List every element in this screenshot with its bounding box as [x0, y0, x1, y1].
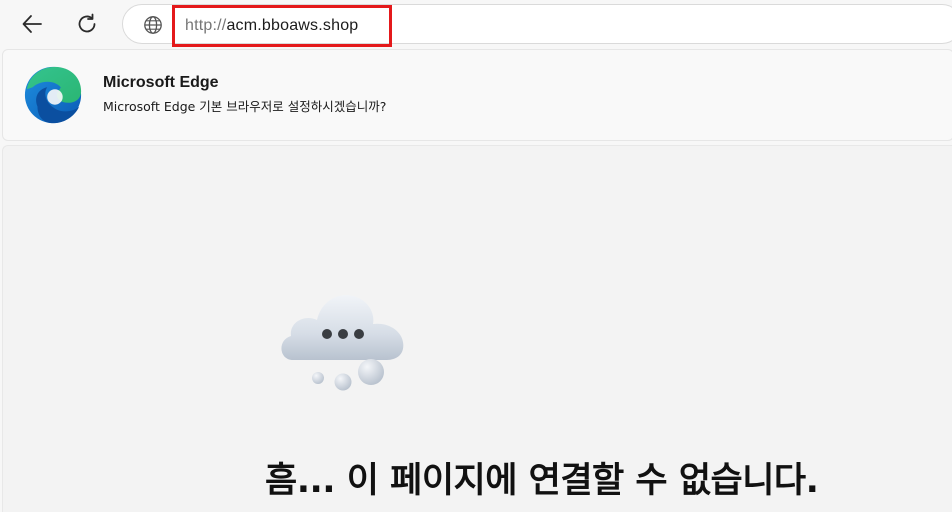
- error-page: 흠... 이 페이지에 연결할 수 없습니다.: [2, 145, 952, 512]
- globe-icon[interactable]: [143, 15, 163, 35]
- url-highlight-box: http://acm.bboaws.shop: [172, 5, 392, 47]
- url-scheme: http://: [185, 17, 227, 34]
- url-text[interactable]: http://acm.bboaws.shop: [185, 17, 358, 35]
- infobar-message: Microsoft Edge 기본 브라우저로 설정하시겠습니까?: [103, 99, 387, 114]
- back-button[interactable]: [14, 6, 50, 42]
- refresh-button[interactable]: [69, 6, 105, 42]
- arrow-left-icon: [22, 15, 42, 33]
- browser-toolbar: http://acm.bboaws.shop: [0, 0, 952, 48]
- address-bar[interactable]: http://acm.bboaws.shop: [122, 4, 952, 47]
- cloud-with-dots-icon: [281, 295, 404, 391]
- error-heading: 흠... 이 페이지에 연결할 수 없습니다.: [265, 461, 819, 501]
- url-host: acm.bboaws.shop: [226, 17, 359, 34]
- microsoft-edge-logo: [24, 66, 82, 124]
- refresh-icon: [78, 13, 96, 33]
- infobar-title: Microsoft Edge: [103, 74, 219, 91]
- default-browser-infobar: Microsoft Edge Microsoft Edge 기본 브라우저로 설…: [2, 49, 952, 141]
